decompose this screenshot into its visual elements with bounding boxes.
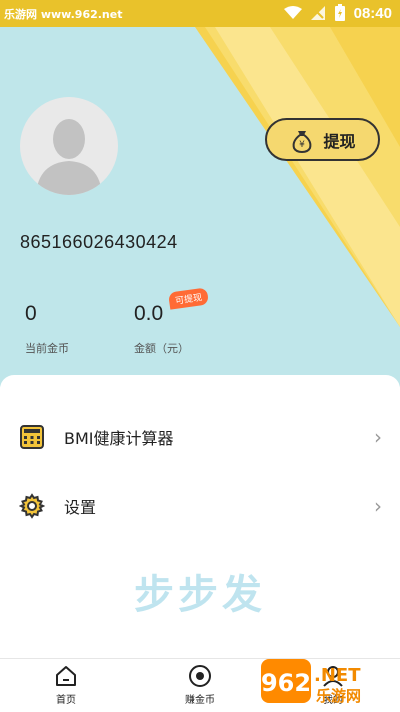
profile-header: ¥ 提现 865166026430424 0 当前金币 0.0 金额（元） 可提…: [0, 27, 400, 387]
menu-item-bmi[interactable]: BMI健康计算器 ›: [0, 409, 400, 465]
avatar-silhouette-icon: [36, 119, 102, 195]
nav-earn-coins[interactable]: 赚金币: [160, 663, 240, 706]
calculator-icon: [19, 424, 45, 450]
menu-item-bmi-label: BMI健康计算器: [64, 429, 174, 448]
brand-watermark: 步步发: [134, 572, 266, 618]
coins-value: 0: [25, 302, 37, 325]
nav-home-label: 首页: [56, 695, 76, 706]
target-icon: [160, 663, 240, 689]
svg-text:.NET: .NET: [314, 665, 361, 686]
chevron-right-icon: ›: [374, 494, 382, 518]
svg-text:962: 962: [261, 669, 311, 697]
coins-label: 当前金币: [25, 342, 69, 355]
svg-text:¥: ¥: [300, 140, 306, 150]
site-logo-962: 962 .NET 乐游网: [261, 659, 361, 705]
home-icon: [26, 663, 106, 689]
nav-earn-coins-label: 赚金币: [185, 695, 215, 706]
balance-label: 金额（元）: [134, 342, 189, 355]
gear-icon: [19, 493, 45, 519]
nav-home[interactable]: 首页: [26, 663, 106, 706]
menu-item-settings[interactable]: 设置 ›: [0, 478, 400, 534]
wifi-icon: [283, 6, 302, 19]
status-bar: 乐游网 www.962.net 08:40: [0, 0, 400, 27]
status-watermark: 乐游网 www.962.net: [4, 8, 123, 21]
balance-value: 0.0: [134, 302, 164, 325]
svg-text:乐游网: 乐游网: [316, 687, 361, 705]
status-icons: 08:40: [283, 4, 392, 22]
withdraw-button[interactable]: ¥ 提现: [265, 118, 380, 161]
withdraw-label: 提现: [323, 131, 356, 151]
money-bag-icon: ¥: [293, 130, 312, 153]
menu-item-settings-label: 设置: [64, 498, 97, 517]
signal-off-icon: [310, 6, 325, 20]
user-id: 865166026430424: [20, 232, 178, 252]
avatar[interactable]: [20, 97, 118, 195]
hero-background-shape: [195, 27, 400, 327]
battery-icon: [334, 4, 345, 21]
status-time: 08:40: [353, 4, 392, 22]
chevron-right-icon: ›: [374, 425, 382, 449]
